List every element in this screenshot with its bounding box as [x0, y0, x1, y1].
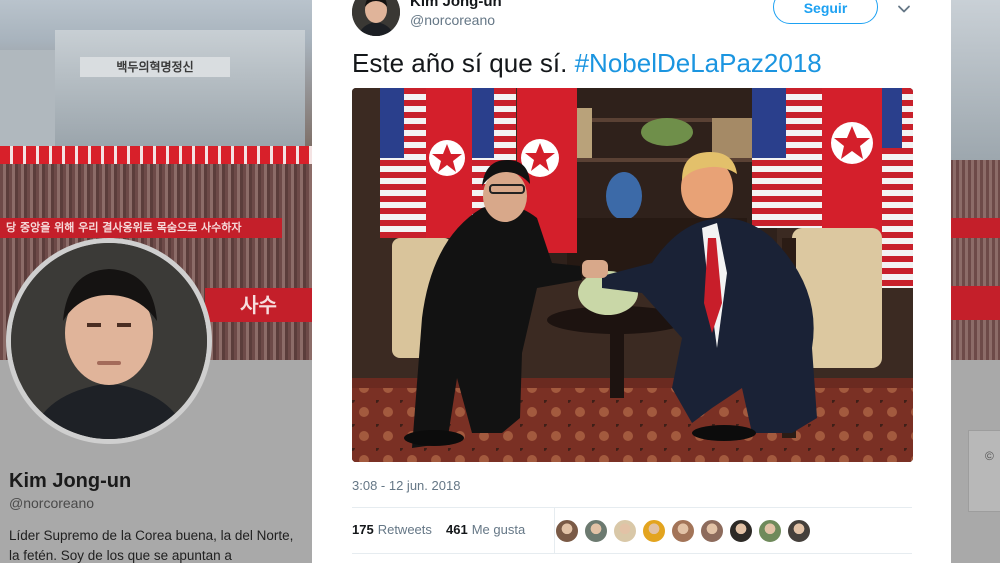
liker-avatar[interactable] — [729, 519, 753, 543]
hashtag-link[interactable]: #NobelDeLaPaz2018 — [575, 48, 822, 78]
header-banner-top: 백두의혁명정신 — [80, 57, 230, 77]
liker-avatar[interactable] — [555, 519, 579, 543]
likes-stat[interactable]: 461 Me gusta — [446, 522, 525, 537]
likes-label: Me gusta — [471, 522, 526, 537]
liker-avatar[interactable] — [787, 519, 811, 543]
tweet-photo[interactable] — [352, 88, 913, 462]
retweets-count: 175 — [352, 522, 374, 537]
side-card: © — [968, 430, 1000, 512]
header-banner-middle: 당 중앙을 위해 우리 결사옹위로 목숨으로 사수하자 — [0, 218, 282, 238]
chevron-down-icon[interactable] — [896, 1, 912, 17]
liker-avatar[interactable] — [671, 519, 695, 543]
liker-avatar[interactable] — [613, 519, 637, 543]
tweet-text: Este año sí que sí. #NobelDeLaPaz2018 — [352, 48, 822, 79]
tweet-text-body: Este año sí que sí. — [352, 48, 575, 78]
retweets-stat[interactable]: 175 Retweets — [352, 522, 432, 537]
profile-bio: Líder Supremo de la Corea buena, la del … — [9, 528, 294, 563]
tweet-timestamp[interactable]: 3:08 - 12 jun. 2018 — [352, 478, 460, 493]
photo-image — [352, 88, 913, 462]
profile-avatar[interactable] — [6, 238, 212, 444]
likes-count: 461 — [446, 522, 468, 537]
retweets-label: Retweets — [377, 522, 432, 537]
follow-button[interactable]: Seguir — [773, 0, 878, 24]
liker-avatar[interactable] — [584, 519, 608, 543]
profile-handle: @norcoreano — [9, 495, 95, 511]
liker-avatar[interactable] — [758, 519, 782, 543]
liker-avatar[interactable] — [642, 519, 666, 543]
author-avatar[interactable] — [352, 0, 400, 36]
tweet-modal: Kim Jong-un @norcoreano Seguir Este año … — [312, 0, 951, 563]
stats-divider-bottom — [352, 553, 912, 554]
stats-divider-top — [352, 507, 912, 508]
profile-name[interactable]: Kim Jong-un — [9, 470, 131, 493]
author-name[interactable]: Kim Jong-un — [410, 0, 502, 10]
likers-avatars — [555, 519, 816, 543]
liker-avatar[interactable] — [700, 519, 724, 543]
author-handle[interactable]: @norcoreano — [410, 12, 495, 28]
header-banner-large: 사수 — [205, 288, 312, 322]
